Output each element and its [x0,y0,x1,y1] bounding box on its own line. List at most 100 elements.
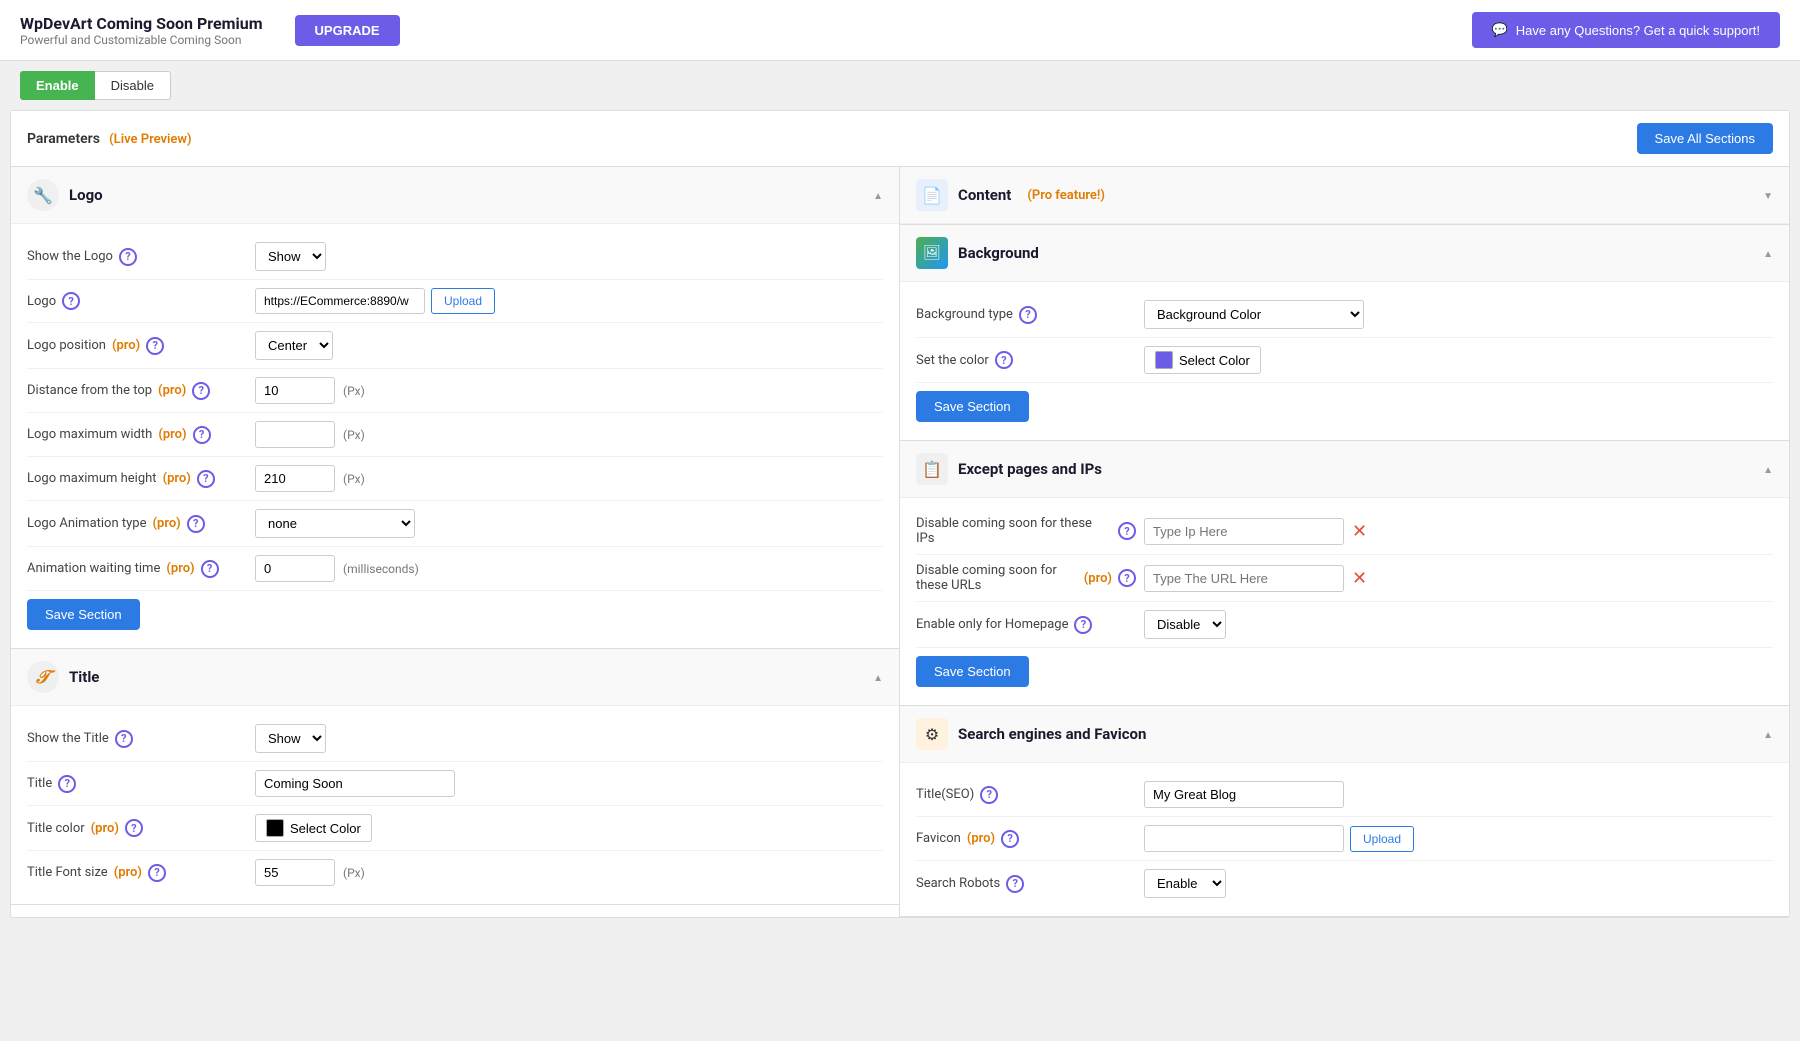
content-pro-feature: (Pro feature!) [1027,188,1105,203]
logo-section-panel: 🔧 Logo Show the Logo ? [11,167,899,649]
enable-button[interactable]: Enable [20,71,95,100]
title-value-help-icon[interactable]: ? [58,775,76,793]
support-button[interactable]: 💬 Have any Questions? Get a quick suppor… [1472,12,1780,48]
seo-icon: ⚙ [916,718,948,750]
except-homepage-select[interactable]: Disable Enable [1144,610,1226,639]
except-urls-input[interactable] [1144,565,1344,592]
logo-section-header[interactable]: 🔧 Logo [11,167,899,224]
except-icon: 📋 [916,453,948,485]
main-container: Parameters (Live Preview) Save All Secti… [10,110,1790,918]
except-homepage-row: Enable only for Homepage ? Disable Enabl… [916,602,1773,648]
logo-maxheight-row: Logo maximum height (pro) ? (Px) [27,457,883,501]
logo-maxheight-help-icon[interactable]: ? [197,470,215,488]
logo-anim-help-icon[interactable]: ? [187,515,205,533]
title-section-title: Title [69,668,99,686]
logo-anim-controls: none fade slide bounce [255,509,883,538]
logo-upload-button[interactable]: Upload [431,288,495,314]
logo-url-help-icon[interactable]: ? [62,292,80,310]
background-section-header[interactable]: 🖼 Background [900,225,1789,282]
title-fontsize-row: Title Font size (pro) ? (Px) [27,851,883,894]
logo-distance-row: Distance from the top (pro) ? (Px) [27,369,883,413]
bg-color-help-icon[interactable]: ? [995,351,1013,369]
seo-title-controls [1144,781,1773,808]
except-ips-input[interactable] [1144,518,1344,545]
bg-type-help-icon[interactable]: ? [1019,306,1037,324]
except-ips-delete-button[interactable]: ✕ [1348,521,1371,542]
title-show-label-wrap: Show the Title ? [27,730,247,748]
logo-save-section-button[interactable]: Save Section [27,599,140,630]
except-homepage-label: Enable only for Homepage [916,617,1068,632]
except-ips-row: Disable coming soon for these IPs ? ✕ [916,508,1773,555]
title-color-help-icon[interactable]: ? [125,819,143,837]
logo-position-help-icon[interactable]: ? [146,337,164,355]
content-icon-symbol: 📄 [922,186,942,205]
seo-favicon-upload-button[interactable]: Upload [1350,826,1414,852]
title-section-header-left: 𝒯 Title [27,661,99,693]
title-show-help-icon[interactable]: ? [115,730,133,748]
except-homepage-label-wrap: Enable only for Homepage ? [916,616,1136,634]
title-value-input[interactable] [255,770,455,797]
save-all-sections-button[interactable]: Save All Sections [1637,123,1773,154]
except-save-section-button[interactable]: Save Section [916,656,1029,687]
background-section-panel: 🖼 Background Background type ? [900,225,1789,441]
bg-color-row: Set the color ? Select Color [916,338,1773,383]
except-section-header[interactable]: 📋 Except pages and IPs [900,441,1789,498]
except-urls-row: Disable coming soon for these URLs (pro)… [916,555,1773,602]
columns-layout: 🔧 Logo Show the Logo ? [11,167,1789,917]
logo-show-help-icon[interactable]: ? [119,248,137,266]
title-show-label: Show the Title [27,731,109,746]
title-show-select[interactable]: Show Hide [255,724,326,753]
title-section-header[interactable]: 𝒯 Title [11,649,899,706]
seo-title-input[interactable] [1144,781,1344,808]
background-section-body: Background type ? Background Color Image… [900,282,1789,440]
logo-maxwidth-input[interactable] [255,421,335,448]
logo-distance-help-icon[interactable]: ? [192,382,210,400]
background-section-header-left: 🖼 Background [916,237,1039,269]
seo-favicon-input[interactable] [1144,825,1344,852]
logo-show-controls: Show Hide [255,242,883,271]
logo-distance-input[interactable] [255,377,335,404]
title-color-label: Title color [27,821,85,836]
except-urls-help-icon[interactable]: ? [1118,569,1136,587]
content-icon: 📄 [916,179,948,211]
except-ips-help-icon[interactable]: ? [1118,522,1136,540]
logo-animwait-input[interactable] [255,555,335,582]
logo-maxheight-input[interactable] [255,465,335,492]
title-color-label-wrap: Title color (pro) ? [27,819,247,837]
logo-position-select[interactable]: Center Left Right [255,331,333,360]
upgrade-button[interactable]: UPGRADE [295,15,400,46]
logo-show-label-wrap: Show the Logo ? [27,248,247,266]
bg-color-button[interactable]: Select Color [1144,346,1261,374]
seo-title-help-icon[interactable]: ? [980,786,998,804]
title-color-button[interactable]: Select Color [255,814,372,842]
logo-animwait-label-wrap: Animation waiting time (pro) ? [27,560,247,578]
bg-color-swatch [1155,351,1173,369]
logo-show-select[interactable]: Show Hide [255,242,326,271]
seo-section-header[interactable]: ⚙ Search engines and Favicon [900,706,1789,763]
except-section-panel: 📋 Except pages and IPs Disable coming so… [900,441,1789,706]
seo-section-panel: ⚙ Search engines and Favicon Title(SEO) … [900,706,1789,917]
content-section-header[interactable]: 📄 Content (Pro feature!) [900,167,1789,224]
except-urls-pro: (pro) [1084,571,1112,586]
logo-maxwidth-help-icon[interactable]: ? [193,426,211,444]
except-urls-delete-button[interactable]: ✕ [1348,568,1371,589]
bg-color-label-wrap: Set the color ? [916,351,1136,369]
logo-animwait-help-icon[interactable]: ? [201,560,219,578]
disable-button[interactable]: Disable [95,71,171,100]
except-urls-label: Disable coming soon for these URLs [916,563,1078,593]
title-fontsize-input[interactable] [255,859,335,886]
except-homepage-help-icon[interactable]: ? [1074,616,1092,634]
live-preview-link[interactable]: (Live Preview) [109,132,191,147]
seo-robots-help-icon[interactable]: ? [1006,875,1024,893]
bg-type-label-wrap: Background type ? [916,306,1136,324]
title-value-row: Title ? [27,762,883,806]
logo-url-input[interactable] [255,288,425,314]
seo-favicon-help-icon[interactable]: ? [1001,830,1019,848]
title-value-controls [255,770,883,797]
bg-type-select[interactable]: Background Color Image Video Gradient [1144,300,1364,329]
content-section-panel: 📄 Content (Pro feature!) [900,167,1789,225]
title-fontsize-help-icon[interactable]: ? [148,864,166,882]
logo-anim-select[interactable]: none fade slide bounce [255,509,415,538]
background-save-section-button[interactable]: Save Section [916,391,1029,422]
seo-robots-select[interactable]: Enable Disable [1144,869,1226,898]
